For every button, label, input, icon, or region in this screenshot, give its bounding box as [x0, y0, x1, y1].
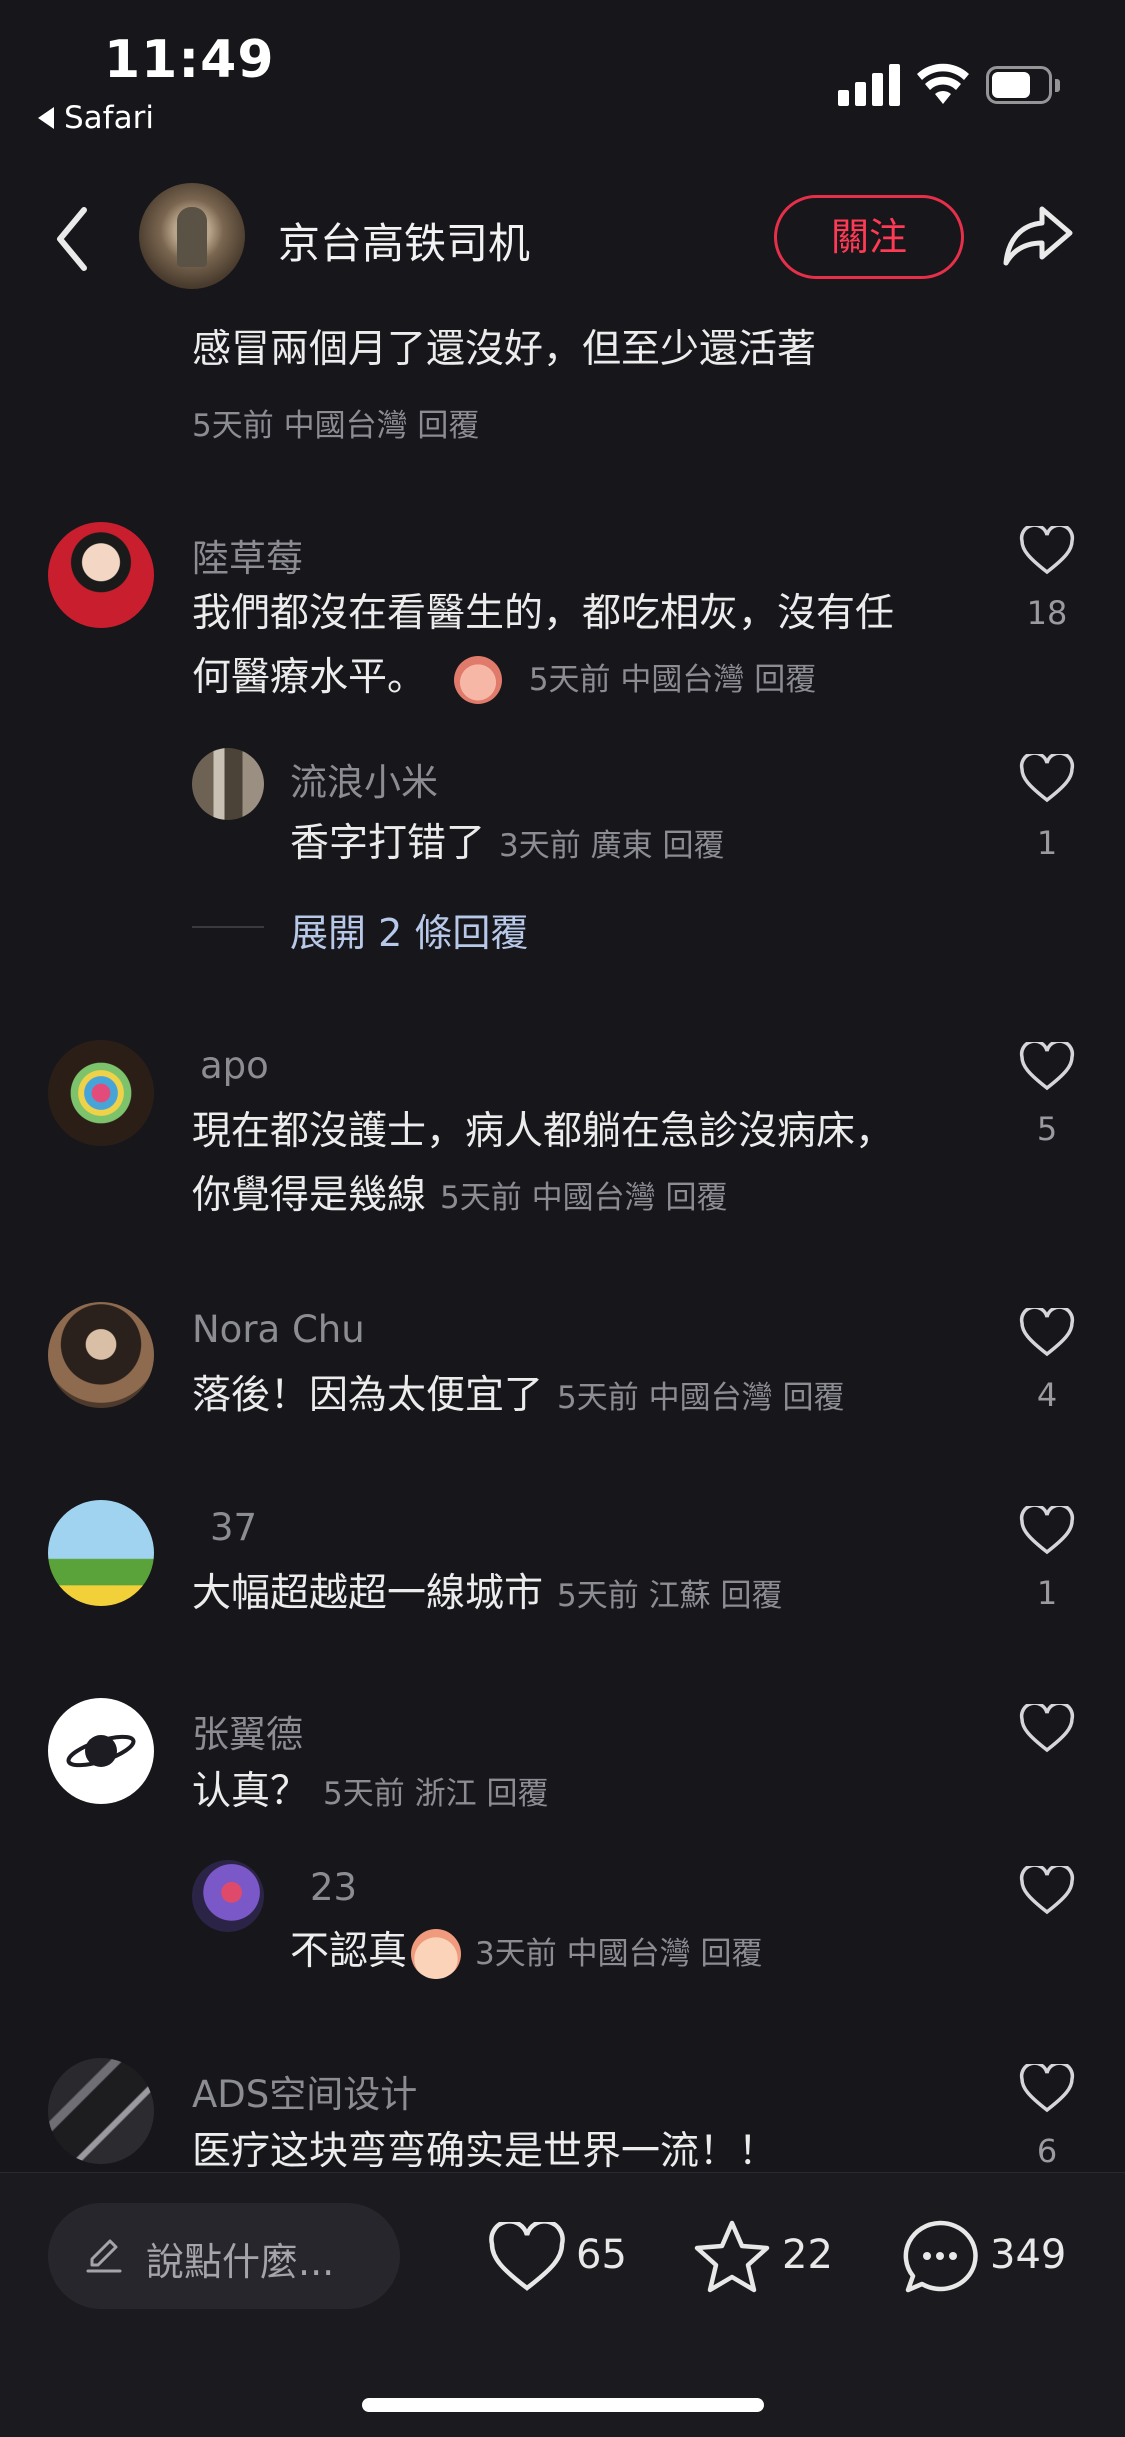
follow-button[interactable]: 關注 — [774, 195, 964, 279]
sticker-emoji-icon — [454, 655, 503, 704]
heart-icon[interactable] — [1019, 1308, 1075, 1358]
heart-icon[interactable] — [1019, 526, 1075, 576]
reply-username[interactable]: 23 — [310, 1866, 357, 1909]
avatar[interactable] — [48, 1698, 154, 1804]
like-count: 1 — [1036, 1574, 1058, 1612]
reply-meta[interactable]: 3天前 中國台灣 回覆 — [475, 1936, 762, 1972]
crying-emoji-icon — [411, 1928, 462, 1979]
comment-meta[interactable]: 5天前 中國台灣 回覆 — [440, 1180, 727, 1216]
comment-input-placeholder: 說點什麼... — [146, 2240, 335, 2284]
comment-text: 认真？ — [192, 1769, 310, 1814]
comment-username[interactable]: ADS空间设计 — [192, 2064, 417, 2118]
like-count: 5 — [1036, 1110, 1058, 1148]
heart-icon[interactable] — [488, 2222, 566, 2294]
like-count: 18 — [1026, 594, 1068, 632]
back-to-safari[interactable]: Safari — [38, 100, 154, 136]
expand-replies-button[interactable]: 展開 2 條回覆 — [290, 902, 528, 957]
comment-text-line2: 何醫療水平。 5天前 中國台灣 回覆 — [192, 646, 816, 712]
heart-icon[interactable] — [1019, 1042, 1075, 1092]
back-app-label: Safari — [64, 100, 154, 136]
avatar[interactable] — [192, 748, 264, 820]
heart-icon[interactable] — [1019, 1704, 1075, 1754]
like-count: 6 — [1036, 2132, 1058, 2170]
heart-icon[interactable] — [1019, 2064, 1075, 2114]
comment-meta-row: 5天前 中國台灣 回覆 — [178, 400, 479, 445]
comment-meta[interactable]: 5天前 中國台灣 回覆 — [192, 408, 479, 444]
comment-username[interactable]: 张翼德 — [192, 1704, 303, 1758]
like-total: 65 — [576, 2232, 627, 2278]
comment-meta[interactable]: 5天前 中國台灣 回覆 — [529, 662, 816, 698]
avatar[interactable] — [48, 1500, 154, 1606]
comment-meta[interactable]: 5天前 江蘇 回覆 — [557, 1578, 782, 1614]
comment-text: 我們都沒在看醫生的，都吃相灰，沒有任 — [192, 591, 895, 636]
author-avatar[interactable] — [139, 183, 245, 289]
comment-total: 349 — [990, 2232, 1067, 2278]
expand-divider — [192, 926, 264, 928]
comment-username[interactable]: 37 — [210, 1506, 257, 1549]
like-count: 1 — [1036, 824, 1058, 862]
comment-text-part: 你覺得是幾線 — [192, 1173, 427, 1218]
chat-bubble-icon[interactable] — [900, 2218, 980, 2296]
reply-text-row: 不認真 3天前 中國台灣 回覆 — [290, 1920, 762, 1986]
comment-text-part: 何醫療水平。 — [192, 655, 427, 700]
planet-icon — [66, 1734, 136, 1768]
heart-icon[interactable] — [1019, 754, 1075, 804]
star-icon[interactable] — [692, 2218, 772, 2296]
comment-text: 現在都沒護士，病人都躺在急診沒病床， — [192, 1109, 895, 1154]
pencil-icon — [86, 2239, 122, 2273]
author-name[interactable]: 京台高铁司机 — [278, 210, 530, 271]
comment-meta[interactable]: 5天前 中國台灣 回覆 — [557, 1380, 844, 1416]
back-triangle-icon — [38, 106, 54, 129]
comment-text: 大幅超越超一線城市 — [192, 1571, 544, 1616]
signal-icon — [838, 62, 900, 106]
battery-icon — [986, 66, 1060, 106]
reply-username[interactable]: 流浪小米 — [290, 752, 438, 806]
reply-meta[interactable]: 3天前 廣東 回覆 — [499, 828, 724, 864]
comment-text-row: 认真？ 5天前 浙江 回覆 — [192, 1760, 548, 1826]
avatar[interactable] — [48, 522, 154, 628]
favorite-total: 22 — [782, 2232, 833, 2278]
avatar[interactable] — [192, 1860, 264, 1932]
reply-text: 香字打错了 — [290, 821, 486, 866]
status-time: 11:49 — [104, 30, 275, 90]
back-chevron-icon[interactable] — [52, 204, 92, 274]
like-count: 4 — [1036, 1376, 1058, 1414]
comment-username[interactable]: 陸草莓 — [192, 528, 303, 582]
home-indicator[interactable] — [362, 2398, 764, 2412]
share-arrow-icon[interactable] — [1002, 203, 1074, 269]
comment-username[interactable]: apo — [200, 1044, 269, 1087]
heart-icon[interactable] — [1019, 1866, 1075, 1916]
comment-meta[interactable]: 5天前 浙江 回覆 — [323, 1776, 548, 1812]
comment-text: 感冒兩個月了還沒好，但至少還活著 — [192, 327, 817, 372]
comment-username[interactable]: Nora Chu — [192, 1308, 365, 1351]
reply-text-row: 香字打错了 3天前 廣東 回覆 — [290, 812, 724, 878]
comment-input[interactable]: 說點什麼... — [48, 2203, 400, 2309]
heart-icon[interactable] — [1019, 1506, 1075, 1556]
wifi-icon — [917, 63, 969, 104]
comment-text: 落後！因為太便宜了 — [192, 1373, 544, 1418]
avatar[interactable] — [48, 2058, 154, 2164]
comment-text-row: 大幅超越超一線城市 5天前 江蘇 回覆 — [192, 1562, 782, 1628]
comment-text-row: 落後！因為太便宜了 5天前 中國台灣 回覆 — [192, 1364, 844, 1430]
reply-text: 不認真 — [290, 1929, 408, 1974]
avatar[interactable] — [48, 1302, 154, 1408]
comment-text-line2: 你覺得是幾線 5天前 中國台灣 回覆 — [192, 1164, 727, 1230]
avatar[interactable] — [48, 1040, 154, 1146]
